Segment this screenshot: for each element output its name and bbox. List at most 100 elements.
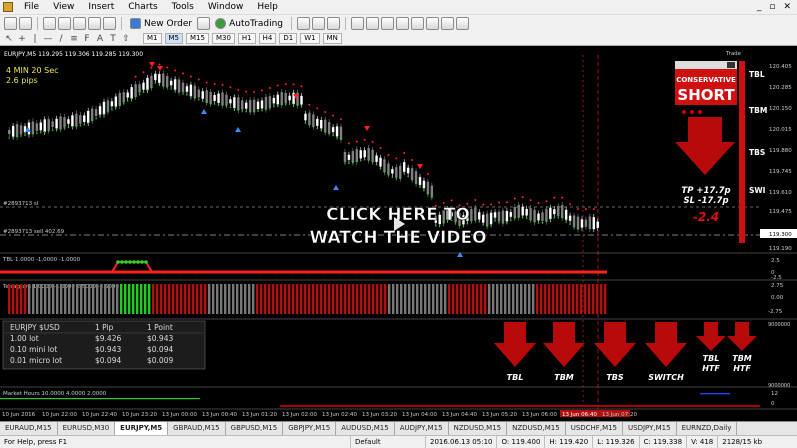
video-overlay[interactable]: CLICK HERE TO WATCH THE VIDEO xyxy=(309,205,487,249)
equidistant-channel-icon[interactable]: ≡ xyxy=(69,34,79,44)
tile-windows-icon[interactable] xyxy=(381,17,394,30)
sell-dot xyxy=(521,196,524,199)
timeframe-h4[interactable]: H4 xyxy=(258,33,277,44)
ma-dot xyxy=(233,107,236,110)
timeframe-m1[interactable]: M1 xyxy=(143,33,162,44)
horizontal-line-icon[interactable]: — xyxy=(43,34,53,44)
bar-chart-icon[interactable] xyxy=(297,17,310,30)
menu-charts[interactable]: Charts xyxy=(121,2,164,12)
candle-body xyxy=(521,206,524,216)
ma-dot xyxy=(498,221,500,224)
candlestick-icon[interactable] xyxy=(312,17,325,30)
timeframe-mn[interactable]: MN xyxy=(322,33,342,44)
restore-icon[interactable]: ▫ xyxy=(769,2,775,12)
ma-dot xyxy=(344,162,346,164)
market-hours-bar xyxy=(0,398,200,400)
ma-dot xyxy=(36,132,38,134)
templates-icon[interactable] xyxy=(456,17,469,30)
text-icon[interactable]: A xyxy=(95,34,105,44)
menu-view[interactable]: View xyxy=(46,2,81,12)
arrows-icon[interactable]: ⇧ xyxy=(121,34,131,44)
data-window-icon[interactable] xyxy=(58,17,71,30)
chart-tab[interactable]: AUDJPY,M15 xyxy=(395,422,449,435)
tetragram-bar xyxy=(332,284,335,314)
status-help: For Help, press F1 xyxy=(4,437,68,446)
minimize-icon[interactable]: _ xyxy=(757,2,762,12)
chart-tab[interactable]: NZDUSD,M15 xyxy=(507,422,566,435)
timeframe-m5[interactable]: M5 xyxy=(164,33,183,44)
trade-panel-close-icon[interactable] xyxy=(727,62,735,68)
tetragram-bar xyxy=(104,284,107,314)
profiles-icon[interactable] xyxy=(19,17,32,30)
ma-dot xyxy=(510,219,512,222)
auto-scroll-icon[interactable] xyxy=(396,17,409,30)
chart-tab[interactable]: USDCHF,M15 xyxy=(566,422,624,435)
chart-tab[interactable]: EURNZD,Daily xyxy=(677,422,738,435)
menu-tools[interactable]: Tools xyxy=(165,2,201,12)
chart-shift-icon[interactable] xyxy=(411,17,424,30)
timeframe-m30[interactable]: M30 xyxy=(211,33,235,44)
candle-body xyxy=(110,101,114,107)
close-icon[interactable]: ✕ xyxy=(783,2,791,12)
ma-dot xyxy=(352,161,354,164)
chart-tab[interactable]: AUDUSD,M15 xyxy=(336,422,395,435)
chart-window[interactable]: EURJPY,M5 119.295 119.306 119.285 119.30… xyxy=(0,47,797,421)
ma-dot xyxy=(462,225,465,227)
chart-tab[interactable]: GBPJPY,M15 xyxy=(283,422,337,435)
menu-file[interactable]: File xyxy=(17,2,46,12)
ma-dot xyxy=(166,86,168,89)
video-overlay-line2[interactable]: WATCH THE VIDEO xyxy=(309,228,487,249)
tetragram-bar xyxy=(380,284,383,314)
chart-tab[interactable]: NZDUSD,M15 xyxy=(449,422,508,435)
chart-tab[interactable]: USDJPY,M15 xyxy=(623,422,677,435)
chart-tab[interactable]: GBPAUD,M15 xyxy=(168,422,226,435)
tetragram-bar xyxy=(552,284,555,314)
menu-help[interactable]: Help xyxy=(250,2,285,12)
timeframe-d1[interactable]: D1 xyxy=(279,33,298,44)
ma-dot xyxy=(292,103,295,106)
navigator-icon[interactable] xyxy=(73,17,86,30)
chart-tab[interactable]: EURUSD,M30 xyxy=(58,422,116,435)
candle-body xyxy=(588,216,592,229)
tetragram-bar xyxy=(72,284,75,314)
new-order-button[interactable]: New Order xyxy=(127,16,195,31)
candle-body xyxy=(553,209,556,215)
ma-dot xyxy=(245,110,247,113)
tetragram-bar xyxy=(336,284,339,314)
tetragram-bar xyxy=(100,284,103,314)
menu-insert[interactable]: Insert xyxy=(81,2,121,12)
tetragram-bar xyxy=(324,284,327,314)
timeframe-m15[interactable]: M15 xyxy=(186,33,209,44)
timeframe-w1[interactable]: W1 xyxy=(300,33,320,44)
chart-canvas[interactable]: EURJPY,M5 119.295 119.306 119.285 119.30… xyxy=(0,47,797,421)
metaeditor-icon[interactable] xyxy=(197,17,211,30)
pip-calc-header-pip: 1 Pip xyxy=(95,323,114,332)
market-watch-icon[interactable] xyxy=(43,17,56,30)
candle-body xyxy=(517,204,520,218)
timeframe-h1[interactable]: H1 xyxy=(237,33,256,44)
tetragram-bar xyxy=(260,284,263,314)
fibonacci-icon[interactable]: F xyxy=(82,34,92,44)
trendline-icon[interactable]: / xyxy=(56,34,66,44)
cursor-icon[interactable]: ↖ xyxy=(4,34,14,44)
ma-dot xyxy=(201,100,204,102)
text-label-icon[interactable]: T xyxy=(108,34,118,44)
zoom-in-icon[interactable] xyxy=(351,17,364,30)
price-tick: 120.015 xyxy=(769,127,792,133)
indicators-icon[interactable] xyxy=(426,17,439,30)
zoom-out-icon[interactable] xyxy=(366,17,379,30)
strategy-tester-icon[interactable] xyxy=(103,17,116,30)
vertical-line-icon[interactable]: | xyxy=(30,34,40,44)
autotrading-button[interactable]: AutoTrading xyxy=(212,16,286,31)
new-chart-icon[interactable] xyxy=(4,17,17,30)
line-chart-icon[interactable] xyxy=(327,17,340,30)
chart-tab[interactable]: EURAUD,M15 xyxy=(0,422,58,435)
periods-icon[interactable] xyxy=(441,17,454,30)
chart-tab[interactable]: GBPUSD,M15 xyxy=(226,422,284,435)
tetragram-bar xyxy=(388,284,391,314)
crosshair-icon[interactable]: + xyxy=(17,34,27,44)
menu-window[interactable]: Window xyxy=(201,2,251,12)
terminal-icon[interactable] xyxy=(88,17,101,30)
tetragram-bar xyxy=(472,284,475,314)
chart-tab-active[interactable]: EURJPY,M5 xyxy=(115,422,169,435)
